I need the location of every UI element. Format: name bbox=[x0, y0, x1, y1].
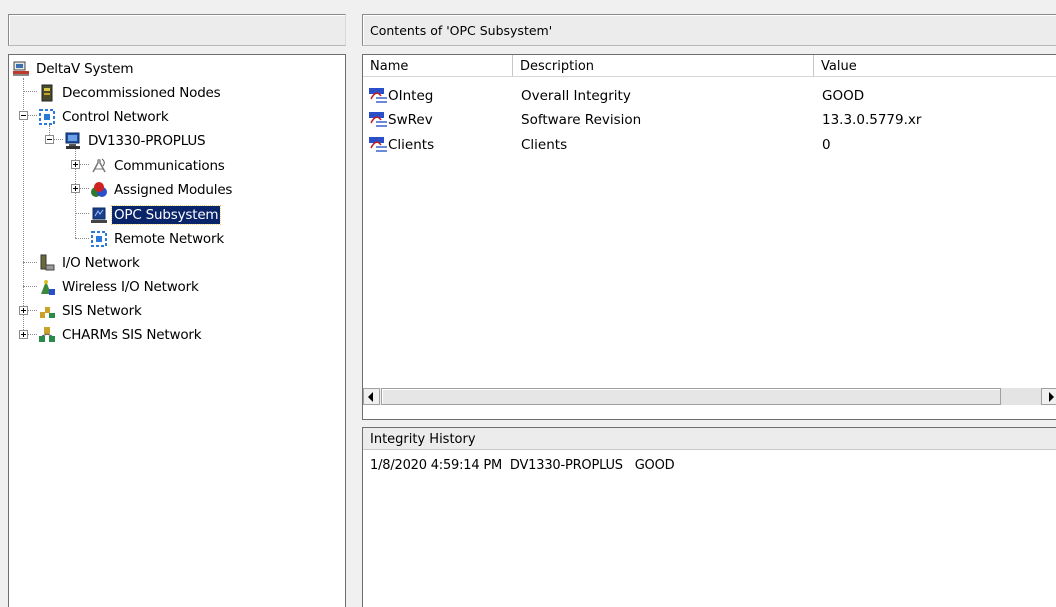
column-header-label: Description bbox=[520, 59, 595, 74]
decommissioned-nodes-icon bbox=[41, 84, 53, 102]
cell-name: SwRev bbox=[388, 112, 433, 128]
cell-name: Clients bbox=[388, 137, 435, 153]
integrity-history-title: Integrity History bbox=[370, 432, 476, 447]
list-item[interactable]: Clients Clients 0 bbox=[363, 134, 1056, 158]
proplus-workstation-icon bbox=[65, 132, 80, 149]
column-header-description[interactable]: Description bbox=[513, 55, 814, 77]
remote-network-icon bbox=[91, 231, 107, 247]
integrity-history-pane: Integrity History 1/8/2020 4:59:14 PM DV… bbox=[362, 427, 1056, 607]
arrow-left-icon bbox=[368, 392, 373, 402]
history-timestamp: 1/8/2020 4:59:14 PM bbox=[370, 458, 503, 473]
tree-item-wireless-io-network[interactable]: Wireless I/O Network bbox=[38, 276, 201, 298]
tree-item-label: I/O Network bbox=[62, 255, 140, 271]
control-network-icon bbox=[39, 109, 55, 125]
charms-sis-network-icon bbox=[39, 327, 55, 342]
cell-value: 0 bbox=[822, 137, 831, 153]
cell-description: Software Revision bbox=[521, 112, 642, 128]
cell-name: OInteg bbox=[388, 88, 434, 104]
expand-toggle-communications[interactable] bbox=[71, 160, 80, 169]
scroll-left-button[interactable] bbox=[363, 388, 380, 405]
list-item[interactable]: OInteg Overall Integrity GOOD bbox=[363, 85, 1056, 109]
tree-connector bbox=[75, 213, 89, 214]
column-header-value[interactable]: Value bbox=[814, 55, 1056, 77]
parameter-icon bbox=[369, 112, 387, 127]
tree-item-opc-subsystem[interactable]: OPC Subsystem bbox=[90, 204, 222, 226]
arrow-right-icon bbox=[1049, 392, 1054, 402]
opc-subsystem-icon bbox=[91, 207, 107, 223]
explorer-tree[interactable]: DeltaV System Decommissioned Nodes Contr… bbox=[8, 54, 346, 607]
parameter-icon bbox=[369, 88, 387, 103]
tree-item-label: Assigned Modules bbox=[114, 182, 233, 198]
tree-item-sis-network[interactable]: SIS Network bbox=[38, 300, 144, 322]
tree-item-communications[interactable]: Communications bbox=[90, 155, 227, 177]
column-header-label: Value bbox=[821, 59, 857, 74]
tree-item-charms-sis-network[interactable]: CHARMs SIS Network bbox=[38, 324, 203, 346]
collapse-toggle-proplus[interactable] bbox=[45, 135, 54, 144]
collapse-toggle-control-network[interactable] bbox=[19, 111, 28, 120]
tree-item-label: SIS Network bbox=[62, 303, 142, 319]
tree-item-io-network[interactable]: I/O Network bbox=[38, 252, 142, 274]
tree-item-label: Wireless I/O Network bbox=[62, 279, 199, 295]
cell-description: Clients bbox=[521, 137, 568, 153]
scrollbar-track[interactable] bbox=[1001, 388, 1041, 405]
expand-toggle-charms-sis-network[interactable] bbox=[19, 330, 28, 339]
tree-item-remote-network[interactable]: Remote Network bbox=[90, 228, 226, 250]
expand-toggle-sis-network[interactable] bbox=[19, 306, 28, 315]
tree-pane-header bbox=[8, 14, 346, 46]
tree-item-label: CHARMs SIS Network bbox=[62, 327, 202, 343]
deltav-system-icon bbox=[13, 61, 29, 76]
contents-list-view[interactable]: Name Description Value OInteg Overall In… bbox=[362, 54, 1056, 420]
column-header-label: Name bbox=[370, 59, 409, 74]
tree-item-label: DV1330-PROPLUS bbox=[88, 133, 206, 149]
scrollbar-thumb[interactable] bbox=[381, 388, 1001, 405]
cell-value: 13.3.0.5779.xr bbox=[822, 112, 922, 128]
tree-item-deltav-system[interactable]: DeltaV System bbox=[12, 58, 135, 80]
wireless-io-network-icon bbox=[41, 280, 55, 295]
tree-connector bbox=[23, 262, 37, 263]
integrity-history-header: Integrity History bbox=[363, 428, 1056, 450]
tree-item-label: Control Network bbox=[62, 109, 169, 125]
tree-item-decommissioned-nodes[interactable]: Decommissioned Nodes bbox=[38, 82, 223, 104]
io-network-icon bbox=[40, 254, 55, 271]
scroll-right-button[interactable] bbox=[1041, 388, 1056, 405]
horizontal-scrollbar[interactable] bbox=[363, 388, 1056, 405]
tree-item-label: Communications bbox=[114, 158, 225, 174]
history-node: DV1330-PROPLUS bbox=[509, 458, 623, 473]
tree-item-assigned-modules[interactable]: Assigned Modules bbox=[90, 179, 234, 201]
tree-connector bbox=[23, 91, 37, 92]
tree-item-label: OPC Subsystem bbox=[110, 205, 222, 225]
history-entry[interactable]: 1/8/2020 4:59:14 PM DV1330-PROPLUS GOOD bbox=[370, 458, 675, 473]
list-item[interactable]: SwRev Software Revision 13.3.0.5779.xr bbox=[363, 109, 1056, 133]
communications-icon bbox=[92, 158, 106, 173]
history-status: GOOD bbox=[634, 458, 675, 473]
tree-item-label: Remote Network bbox=[114, 231, 224, 247]
tree-item-label: DeltaV System bbox=[36, 61, 134, 77]
assigned-modules-icon bbox=[91, 182, 107, 197]
tree-item-dv1330-proplus[interactable]: DV1330-PROPLUS bbox=[64, 130, 207, 152]
tree-item-control-network[interactable]: Control Network bbox=[38, 106, 170, 128]
cell-description: Overall Integrity bbox=[521, 88, 631, 104]
tree-connector bbox=[23, 286, 37, 287]
contents-pane-header: Contents of 'OPC Subsystem' bbox=[362, 14, 1056, 46]
tree-connector bbox=[75, 238, 89, 239]
sis-network-icon bbox=[40, 307, 55, 318]
parameter-icon bbox=[369, 137, 387, 152]
expand-toggle-assigned-modules[interactable] bbox=[71, 184, 80, 193]
cell-value: GOOD bbox=[822, 88, 865, 104]
contents-pane-title: Contents of 'OPC Subsystem' bbox=[370, 23, 553, 38]
column-header-name[interactable]: Name bbox=[363, 55, 513, 77]
tree-item-label: Decommissioned Nodes bbox=[62, 85, 221, 101]
